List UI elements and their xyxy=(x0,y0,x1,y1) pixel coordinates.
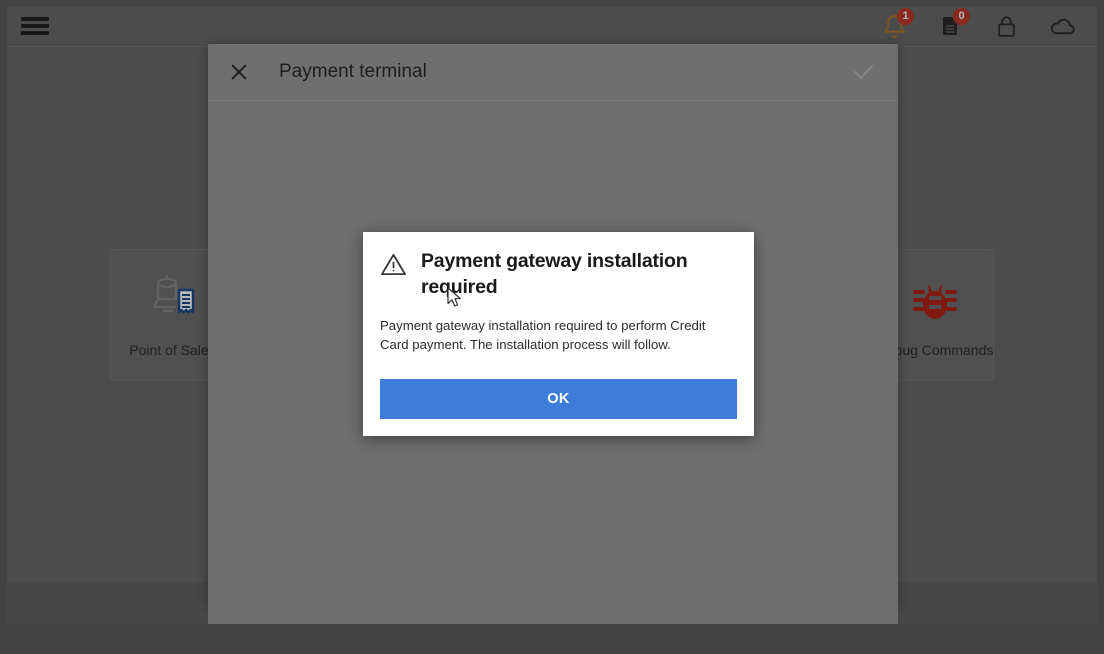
hamburger-line xyxy=(21,24,49,28)
dialog-message: Payment gateway installation required to… xyxy=(380,317,706,352)
top-app-bar: 1 0 xyxy=(7,6,1097,47)
notifications-badge: 1 xyxy=(897,8,914,25)
card-label: Point of Sale xyxy=(129,342,209,358)
dialog-title: Payment gateway installation required xyxy=(421,250,688,298)
notifications-bell-icon[interactable]: 1 xyxy=(879,8,914,41)
warning-triangle-icon xyxy=(380,252,407,282)
documents-receipt-icon[interactable]: 0 xyxy=(935,8,970,41)
close-x-icon[interactable] xyxy=(222,55,256,89)
hamburger-menu-icon[interactable] xyxy=(21,15,49,37)
dialog-header: Payment gateway installation required xyxy=(380,249,737,301)
debug-bug-icon xyxy=(909,272,961,328)
hamburger-line xyxy=(21,31,49,35)
point-of-sale-icon xyxy=(141,272,197,328)
topbar-icon-group: 1 0 xyxy=(879,8,1087,41)
payment-gateway-alert-dialog: Payment gateway installation required Pa… xyxy=(363,232,754,436)
lock-icon[interactable] xyxy=(991,11,1021,41)
hamburger-line xyxy=(21,17,49,21)
ok-button[interactable]: OK xyxy=(380,379,737,419)
page-content: 1 0 Point of Sale Debug Commands Payment… xyxy=(7,6,1097,624)
checkmark-icon[interactable] xyxy=(846,55,880,89)
sheet-header: Payment terminal xyxy=(208,44,898,101)
cloud-icon[interactable] xyxy=(1047,11,1077,41)
application-window: 1 0 Point of Sale Debug Commands Payment… xyxy=(0,0,1104,654)
documents-badge: 0 xyxy=(953,8,970,25)
sheet-title: Payment terminal xyxy=(279,61,427,82)
